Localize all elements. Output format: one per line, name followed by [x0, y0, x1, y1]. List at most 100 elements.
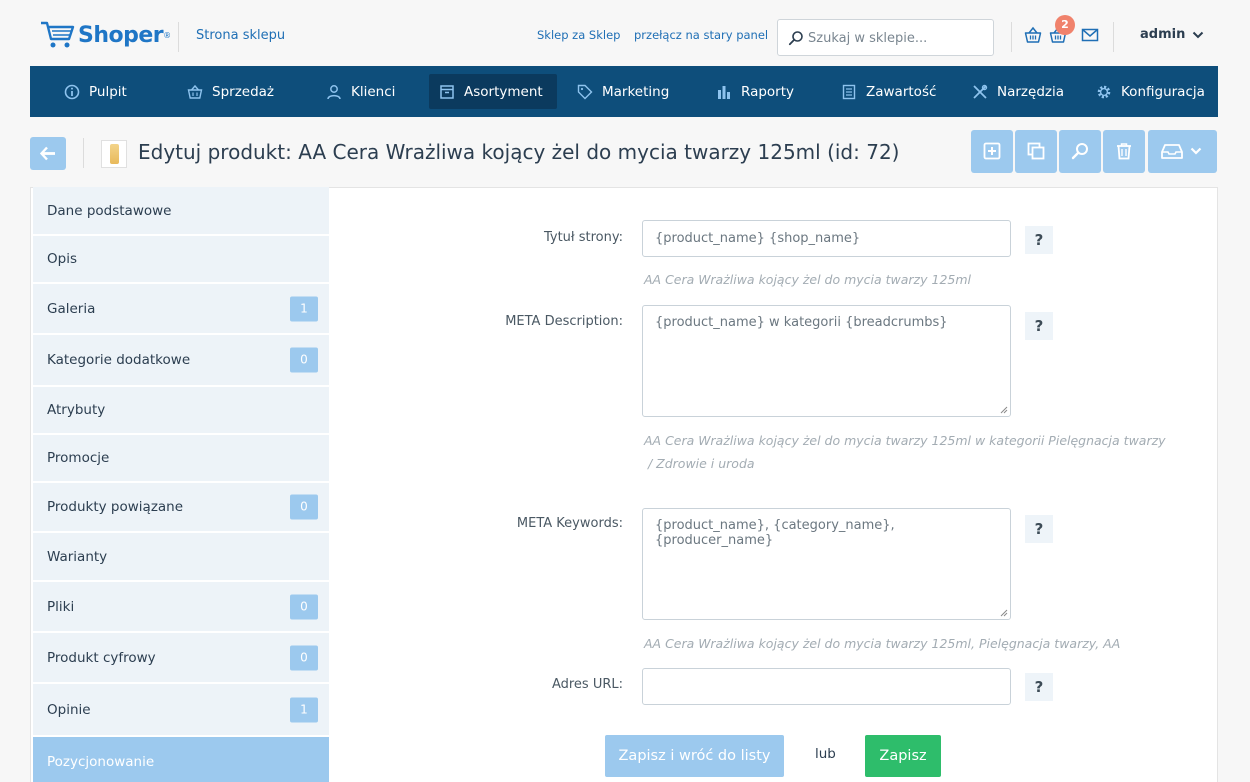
- chart-icon: [718, 85, 730, 99]
- sidebar-item-dane-podstawowe[interactable]: Dane podstawowe: [33, 187, 329, 236]
- shop-link[interactable]: Strona sklepu: [196, 28, 285, 43]
- duplicate-product-button[interactable]: [1015, 130, 1057, 173]
- page-title-label: Tytuł strony:: [543, 230, 623, 245]
- nav-label: Konfiguracja: [1121, 83, 1205, 100]
- sidebar-item-pozycjonowanie[interactable]: Pozycjonowanie: [33, 737, 329, 782]
- sidebar-item-opinie[interactable]: Opinie 1: [33, 684, 329, 737]
- tag-icon: [577, 84, 593, 99]
- sidebar-item-atrybuty[interactable]: Atrybuty: [33, 387, 329, 435]
- magnifier-icon: [1071, 143, 1088, 160]
- sidebar-item-opis[interactable]: Opis: [33, 236, 329, 284]
- sklep-za-sklep-link[interactable]: Sklep za Sklep: [537, 28, 620, 42]
- nav-item-konfiguracja[interactable]: Konfiguracja: [1096, 74, 1205, 109]
- meta-description-label: META Description:: [505, 314, 623, 329]
- nav-item-zawartosc[interactable]: Zawartość: [841, 74, 936, 109]
- or-separator: lub: [815, 746, 836, 762]
- copy-icon: [1027, 142, 1045, 160]
- trash-icon: [1117, 143, 1131, 160]
- orders-count-badge: 2: [1055, 15, 1075, 35]
- product-thumbnail: [101, 140, 127, 168]
- sidebar-item-label: Galeria: [47, 300, 96, 317]
- page-title-input[interactable]: [642, 220, 1011, 257]
- url-input[interactable]: [642, 668, 1011, 705]
- inbox-icon: [1161, 144, 1183, 159]
- plus-square-icon: [983, 142, 1001, 160]
- nav-item-klienci[interactable]: Klienci: [326, 74, 395, 109]
- nav-item-narzedzia[interactable]: Narzędzia: [972, 74, 1064, 109]
- nav-item-marketing[interactable]: Marketing: [577, 74, 669, 109]
- basket-icon: [187, 84, 203, 99]
- url-label: Adres URL:: [551, 677, 623, 692]
- sidebar-item-promocje[interactable]: Promocje: [33, 435, 329, 483]
- product-sections-sidebar: Dane podstawowe Opis Galeria 1 Kategorie…: [33, 187, 329, 782]
- preview-product-button[interactable]: [1059, 130, 1101, 173]
- gear-icon: [1097, 85, 1111, 98]
- cart-logo-icon: [41, 21, 75, 48]
- nav-label: Klienci: [351, 83, 396, 100]
- users-icon: [327, 84, 341, 99]
- nav-item-raporty[interactable]: Raporty: [716, 74, 794, 109]
- meta-keywords-label: META Keywords:: [516, 516, 623, 531]
- sidebar-item-pliki[interactable]: Pliki 0: [33, 582, 329, 633]
- top-header: Shoper ® Strona sklepu Sklep za Sklep pr…: [0, 0, 1250, 66]
- search-box[interactable]: [777, 19, 994, 56]
- save-and-return-button[interactable]: Zapisz i wróć do listy: [605, 735, 784, 777]
- arrow-left-icon: [40, 146, 55, 161]
- help-icon[interactable]: ?: [1025, 312, 1053, 340]
- sidebar-item-label: Pozycjonowanie: [47, 754, 155, 770]
- info-icon: [64, 84, 80, 99]
- nav-item-pulpit[interactable]: Pulpit: [64, 74, 127, 109]
- tools-icon: [973, 84, 988, 99]
- sidebar-item-label: Pliki: [47, 598, 75, 615]
- shoper-logo[interactable]: Shoper ®: [40, 20, 171, 50]
- old-panel-link[interactable]: przełącz na stary panel: [634, 28, 768, 42]
- save-button[interactable]: Zapisz: [865, 735, 941, 777]
- nav-label: Pulpit: [89, 83, 127, 100]
- sidebar-item-kategorie-dodatkowe[interactable]: Kategorie dodatkowe 0: [33, 335, 329, 387]
- search-icon: [788, 31, 803, 46]
- nav-label: Raporty: [741, 83, 795, 100]
- page-title-hint: AA Cera Wrażliwa kojący żel do mycia twa…: [644, 272, 972, 287]
- header-divider: [1113, 22, 1114, 52]
- sidebar-item-produkty-powiazane[interactable]: Produkty powiązane 0: [33, 483, 329, 533]
- box-icon: [440, 84, 454, 99]
- user-menu-name[interactable]: admin: [1140, 27, 1185, 42]
- mail-icon[interactable]: [1081, 26, 1099, 44]
- meta-keywords-textarea[interactable]: [642, 508, 1011, 620]
- resize-handle-icon[interactable]: [1000, 406, 1008, 414]
- main-navigation: Pulpit Sprzedaż Klienci Asortyment Marke…: [30, 66, 1218, 117]
- help-icon[interactable]: ?: [1025, 515, 1053, 543]
- chevron-down-icon[interactable]: [1192, 30, 1204, 40]
- chevron-down-icon: [1190, 147, 1202, 155]
- back-button[interactable]: [30, 137, 66, 170]
- sidebar-item-produkt-cyfrowy[interactable]: Produkt cyfrowy 0: [33, 633, 329, 684]
- meta-description-textarea[interactable]: [642, 305, 1011, 417]
- add-product-button[interactable]: [971, 130, 1013, 173]
- sidebar-item-warianty[interactable]: Warianty: [33, 533, 329, 582]
- nav-label: Asortyment: [464, 83, 543, 100]
- meta-description-hint: AA Cera Wrażliwa kojący żel do mycia twa…: [644, 433, 1166, 448]
- nav-label: Zawartość: [866, 83, 937, 100]
- sidebar-item-label: Warianty: [47, 548, 108, 565]
- nav-item-sprzedaz[interactable]: Sprzedaż: [187, 74, 274, 109]
- search-input[interactable]: [808, 28, 988, 48]
- nav-item-asortyment[interactable]: Asortyment: [429, 74, 557, 109]
- resize-handle-icon[interactable]: [1000, 609, 1008, 617]
- page-title: Edytuj produkt: AA Cera Wrażliwa kojący …: [138, 140, 900, 164]
- shop-basket-icon[interactable]: [1024, 26, 1042, 44]
- nav-label: Sprzedaż: [212, 83, 275, 100]
- count-badge: 1: [290, 697, 318, 722]
- help-icon[interactable]: ?: [1025, 226, 1053, 254]
- brand-name: Shoper: [78, 22, 164, 48]
- sidebar-item-label: Promocje: [47, 450, 110, 466]
- sidebar-item-label: Produkty powiązane: [47, 499, 184, 515]
- count-badge: 0: [290, 594, 318, 619]
- help-icon[interactable]: ?: [1025, 673, 1053, 701]
- sidebar-item-galeria[interactable]: Galeria 1: [33, 284, 329, 335]
- header-divider: [178, 22, 179, 52]
- sidebar-item-label: Atrybuty: [47, 402, 106, 418]
- document-icon: [842, 84, 856, 99]
- sidebar-item-label: Opis: [47, 251, 77, 267]
- delete-product-button[interactable]: [1103, 130, 1145, 173]
- more-actions-dropdown[interactable]: [1148, 130, 1217, 173]
